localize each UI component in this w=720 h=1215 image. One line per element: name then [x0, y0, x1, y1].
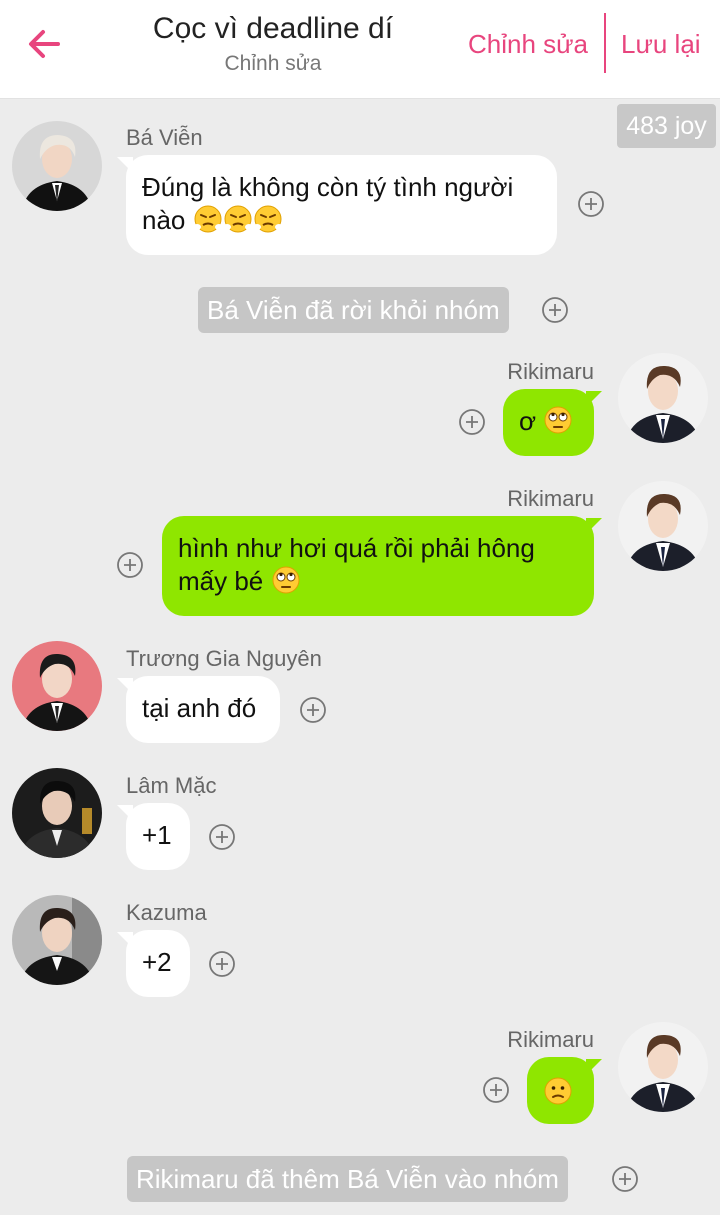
chat-header: Cọc vì deadline dí Chỉnh sửa Chỉnh sửa L… — [0, 0, 720, 99]
edit-button[interactable]: Chỉnh sửa — [468, 26, 588, 62]
add-reaction-icon[interactable] — [208, 823, 236, 851]
avatar-ba-vien[interactable] — [12, 121, 102, 211]
message-bubble[interactable]: hình như hơi quá rồi phải hông mấy bé — [162, 516, 594, 616]
add-reaction-icon[interactable] — [208, 950, 236, 978]
title-block: Cọc vì deadline dí Chỉnh sửa — [118, 10, 428, 80]
avatar-rikimaru[interactable] — [618, 481, 708, 571]
huffing-face-icon — [222, 205, 253, 233]
sender-name: Bá Viễn — [126, 125, 203, 150]
message-text: +2 — [142, 947, 172, 977]
system-notice: Bá Viễn đã rời khỏi nhóm — [198, 287, 509, 333]
system-notice: Rikimaru đã thêm Bá Viễn vào nhóm — [127, 1156, 568, 1202]
eye-roll-face-icon — [544, 406, 572, 434]
header-divider — [604, 13, 606, 73]
message-text: hình như hơi quá rồi phải hông — [178, 533, 535, 563]
add-reaction-icon[interactable] — [116, 551, 144, 579]
message-bubble[interactable]: tại anh đó — [126, 676, 280, 743]
message-bubble[interactable]: Đúng là không còn tý tình người nào — [126, 155, 557, 255]
save-button[interactable]: Lưu lại — [621, 26, 701, 62]
sender-name: Rikimaru — [507, 359, 594, 384]
add-reaction-icon[interactable] — [611, 1165, 639, 1193]
sender-name: Rikimaru — [507, 1027, 594, 1052]
avatar-truong-gia-nguyen[interactable] — [12, 641, 102, 731]
message-text: tại anh đó — [142, 693, 257, 723]
confused-face-icon — [544, 1077, 572, 1105]
chat-title: Cọc vì deadline dí — [152, 12, 394, 45]
eye-roll-face-icon — [272, 566, 299, 594]
message-bubble[interactable] — [527, 1057, 594, 1124]
add-reaction-icon[interactable] — [458, 408, 486, 436]
avatar-rikimaru[interactable] — [618, 353, 708, 443]
huffing-face-icon — [252, 205, 283, 233]
add-reaction-icon[interactable] — [541, 296, 569, 324]
sender-name: Lâm Mặc — [126, 773, 217, 798]
add-reaction-icon[interactable] — [482, 1076, 510, 1104]
message-bubble[interactable]: ơ — [503, 389, 594, 456]
sender-name: Kazuma — [126, 900, 207, 925]
avatar-lam-mac[interactable] — [12, 768, 102, 858]
avatar-kazuma[interactable] — [12, 895, 102, 985]
message-bubble[interactable]: +1 — [126, 803, 190, 870]
message-text: ơ — [519, 406, 537, 436]
huffing-face-icon — [192, 205, 223, 233]
message-text: mấy bé — [178, 566, 264, 596]
message-bubble[interactable]: +2 — [126, 930, 190, 997]
message-text: Đúng là không còn tý tình người — [142, 172, 514, 202]
sender-name: Trương Gia Nguyên — [126, 646, 322, 671]
chat-subtitle: Chỉnh sửa — [224, 52, 322, 75]
message-text: nào — [142, 205, 186, 235]
avatar-rikimaru[interactable] — [618, 1022, 708, 1112]
sender-name: Rikimaru — [507, 486, 594, 511]
add-reaction-icon[interactable] — [299, 696, 327, 724]
joy-count-badge: 483 joy — [617, 104, 716, 148]
add-reaction-icon[interactable] — [577, 190, 605, 218]
message-text: +1 — [142, 820, 172, 850]
back-arrow-icon[interactable] — [22, 22, 66, 66]
